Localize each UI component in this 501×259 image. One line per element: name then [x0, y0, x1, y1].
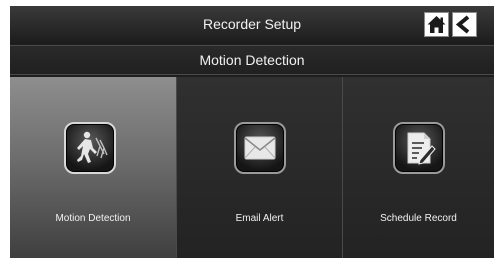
recorder-setup-screen: Recorder Setup Motion Detection Motion D… — [10, 6, 494, 258]
home-button[interactable] — [424, 12, 449, 37]
menu-tile-schedule-record[interactable]: Schedule Record — [342, 77, 494, 258]
menu-tile-label: Email Alert — [235, 213, 284, 224]
page-title: Recorder Setup — [202, 16, 302, 32]
motion-detection-icon — [64, 122, 116, 174]
menu-tile-label: Motion Detection — [55, 213, 131, 224]
section-header: Motion Detection — [10, 45, 494, 75]
title-bar: Recorder Setup — [10, 6, 494, 44]
back-arrow-icon — [455, 15, 470, 34]
section-title: Motion Detection — [199, 52, 305, 68]
envelope-icon — [234, 122, 286, 174]
menu-tile-motion-detection[interactable]: Motion Detection — [10, 77, 176, 258]
schedule-document-icon — [393, 122, 445, 174]
back-button[interactable] — [452, 12, 477, 37]
menu-tile-label: Schedule Record — [380, 213, 457, 224]
home-icon — [427, 16, 446, 33]
menu-tile-email-alert[interactable]: Email Alert — [176, 77, 342, 258]
